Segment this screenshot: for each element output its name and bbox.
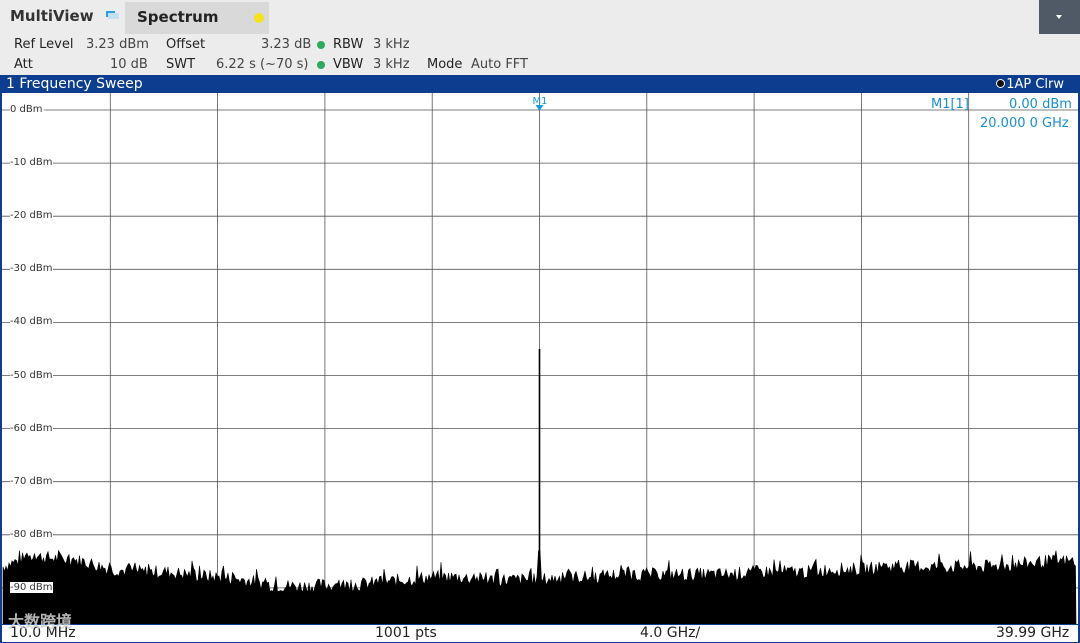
window-title-bar[interactable]: 1 Frequency Sweep 1AP Clrw: [0, 75, 1080, 93]
trace-info-label: 1AP Clrw: [1006, 77, 1064, 92]
status-dot-icon: [254, 13, 264, 23]
span-per-division[interactable]: 4.0 GHz/: [640, 625, 700, 641]
offset-value[interactable]: 3.23 dB: [261, 37, 311, 52]
y-tick-label: -40 dBm: [10, 316, 54, 328]
mode-label: Mode: [427, 57, 463, 72]
top-bar: MultiView Spectrum: [0, 0, 1080, 34]
marker-m1-tag: M1: [533, 96, 548, 107]
vbw-label: VBW: [333, 57, 364, 72]
app-title[interactable]: MultiView: [10, 7, 94, 25]
window-title: 1 Frequency Sweep: [6, 76, 143, 92]
swt-label: SWT: [166, 57, 196, 72]
y-tick-label: -20 dBm: [10, 210, 54, 222]
att-value[interactable]: 10 dB: [110, 57, 148, 72]
marker-readout-name: M1[1]: [931, 97, 969, 112]
measurement-parameters: Ref Level 3.23 dBm Offset 3.23 dB RBW 3 …: [0, 34, 1080, 75]
vbw-coupled-dot-icon: [317, 61, 325, 69]
marker-readout-frequency: 20.000 0 GHz: [980, 116, 1069, 131]
rbw-value[interactable]: 3 kHz: [373, 37, 410, 52]
tab-spectrum-label: Spectrum: [137, 8, 219, 26]
y-tick-label: -50 dBm: [10, 369, 54, 381]
watermark-text: 大数跨境: [8, 612, 73, 631]
y-tick-label: -70 dBm: [10, 475, 54, 487]
x-axis-footer: 10.0 MHz 1001 pts 4.0 GHz/ 39.99 GHz: [2, 624, 1078, 642]
chevron-down-icon: [1056, 15, 1062, 19]
sweep-points[interactable]: 1001 pts: [375, 625, 437, 641]
mode-value[interactable]: Auto FFT: [471, 57, 528, 72]
offset-label: Offset: [166, 37, 206, 52]
y-tick-label: -30 dBm: [10, 263, 54, 275]
rbw-label: RBW: [333, 37, 364, 52]
trace-info[interactable]: 1AP Clrw: [996, 77, 1064, 92]
stop-frequency[interactable]: 39.99 GHz: [996, 625, 1069, 641]
trace-status-icon: [996, 79, 1006, 88]
ref-level-value[interactable]: 3.23 dBm: [86, 37, 149, 52]
swt-value[interactable]: 6.22 s (~70 s): [216, 57, 308, 72]
tab-spectrum[interactable]: Spectrum: [125, 2, 269, 34]
rbw-coupled-dot-icon: [317, 41, 325, 49]
spectrum-plot[interactable]: M1 0 dBm -10 dBm -20 dBm -30 dBm -40 dBm -50 …: [2, 93, 1078, 624]
ref-level-label: Ref Level: [14, 37, 74, 52]
dropdown-menu-button[interactable]: [1039, 0, 1080, 34]
y-tick-label: -80 dBm: [10, 528, 54, 540]
y-tick-label: -60 dBm: [10, 422, 54, 434]
y-tick-label: -90 dBm: [10, 581, 54, 593]
multiview-icon[interactable]: [106, 10, 120, 20]
vbw-value[interactable]: 3 kHz: [373, 57, 410, 72]
marker-readout-level: 0.00 dBm: [1009, 97, 1072, 112]
y-tick-label: -10 dBm: [10, 157, 54, 169]
spectrum-chart[interactable]: M1: [2, 93, 1078, 624]
y-tick-label: 0 dBm: [10, 104, 44, 115]
att-label: Att: [14, 57, 33, 72]
